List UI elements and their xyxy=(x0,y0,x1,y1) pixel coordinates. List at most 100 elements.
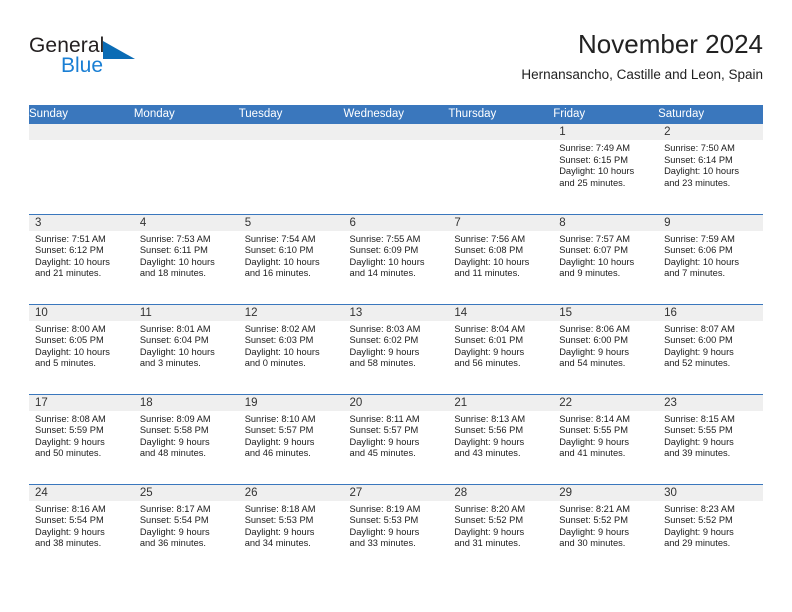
calendar-day-cell[interactable]: 23 Sunrise: 8:15 AM Sunset: 5:55 PM Dayligh… xyxy=(658,393,763,484)
day-cell-content: 5 Sunrise: 7:54 AM Sunset: 6:10 PM Daylight… xyxy=(238,214,344,304)
sunset-time: Sunset: 5:55 PM xyxy=(664,425,733,436)
calendar-day-cell[interactable]: 7 Sunrise: 7:56 AM Sunset: 6:08 PM Daylight… xyxy=(448,213,554,304)
sunset-time: Sunset: 5:56 PM xyxy=(454,425,524,436)
day-details: Sunrise: 8:04 AM Sunset: 6:01 PM Daylight:… xyxy=(448,321,553,370)
calendar-day-cell[interactable]: 29 Sunrise: 8:21 AM Sunset: 5:52 PM Dayligh… xyxy=(553,483,659,574)
calendar-day-cell[interactable]: 11 Sunrise: 8:01 AM Sunset: 6:04 PM Dayligh… xyxy=(133,303,239,394)
daylight-duration-line2: and 38 minutes. xyxy=(35,538,102,549)
day-number: 18 xyxy=(133,394,239,411)
day-cell-content: 14 Sunrise: 8:04 AM Sunset: 6:01 PM Dayligh… xyxy=(448,304,554,394)
calendar-day-cell[interactable]: 5 Sunrise: 7:54 AM Sunset: 6:10 PM Daylight… xyxy=(238,213,344,304)
weekday-header-thursday: Thursday xyxy=(448,105,554,124)
day-number xyxy=(343,124,449,140)
sunset-time: Sunset: 6:07 PM xyxy=(559,245,628,256)
brand-logo[interactable]: General Blue xyxy=(29,34,169,90)
sunrise-time: Sunrise: 8:19 AM xyxy=(349,503,421,514)
calendar-day-cell[interactable]: 25 Sunrise: 8:17 AM Sunset: 5:54 PM Dayligh… xyxy=(133,483,239,574)
calendar-day-cell xyxy=(343,124,449,214)
calendar-day-cell[interactable]: 14 Sunrise: 8:04 AM Sunset: 6:01 PM Dayligh… xyxy=(448,303,554,394)
daylight-duration-line2: and 33 minutes. xyxy=(349,538,416,549)
daylight-duration-line1: Daylight: 9 hours xyxy=(664,436,734,447)
day-details: Sunrise: 8:16 AM Sunset: 5:54 PM Daylight:… xyxy=(29,501,134,550)
calendar-day-cell[interactable]: 19 Sunrise: 8:10 AM Sunset: 5:57 PM Dayligh… xyxy=(238,393,344,484)
sunrise-time: Sunrise: 7:50 AM xyxy=(664,143,735,153)
daylight-duration-line2: and 34 minutes. xyxy=(244,538,311,549)
calendar-day-cell[interactable]: 2 Sunrise: 7:50 AM Sunset: 6:14 PM Daylight… xyxy=(658,124,763,214)
day-cell-content xyxy=(133,124,239,214)
day-details: Sunrise: 8:10 AM Sunset: 5:57 PM Daylight:… xyxy=(239,411,344,460)
calendar-day-cell[interactable]: 26 Sunrise: 8:18 AM Sunset: 5:53 PM Dayligh… xyxy=(238,483,344,574)
calendar-day-cell[interactable]: 4 Sunrise: 7:53 AM Sunset: 6:11 PM Daylight… xyxy=(133,213,239,304)
weekday-header-monday: Monday xyxy=(133,105,239,124)
daylight-duration-line1: Daylight: 9 hours xyxy=(664,346,734,357)
calendar-day-cell[interactable]: 8 Sunrise: 7:57 AM Sunset: 6:07 PM Daylight… xyxy=(553,213,659,304)
daylight-duration-line1: Daylight: 10 hours xyxy=(559,256,635,267)
daylight-duration-line2: and 56 minutes. xyxy=(454,358,521,369)
day-details: Sunrise: 8:06 AM Sunset: 6:00 PM Daylight:… xyxy=(553,321,658,370)
calendar-day-cell[interactable]: 22 Sunrise: 8:14 AM Sunset: 5:55 PM Dayligh… xyxy=(553,393,659,484)
calendar-table: Sunday Monday Tuesday Wednesday Thursday… xyxy=(29,105,763,574)
title-block: November 2024 Hernansancho, Castille and… xyxy=(521,28,763,85)
calendar-day-cell[interactable]: 3 Sunrise: 7:51 AM Sunset: 6:12 PM Daylight… xyxy=(29,213,134,304)
daylight-duration-line2: and 23 minutes. xyxy=(664,177,731,188)
daylight-duration-line1: Daylight: 10 hours xyxy=(244,256,320,267)
daylight-duration-line1: Daylight: 10 hours xyxy=(349,256,425,267)
triangle-icon xyxy=(103,41,135,59)
brand-name-bottom: Blue xyxy=(61,54,104,77)
page-header: General Blue November 2024 Hernansancho,… xyxy=(29,28,763,94)
calendar-day-cell[interactable]: 27 Sunrise: 8:19 AM Sunset: 5:53 PM Dayligh… xyxy=(343,483,449,574)
sunrise-time: Sunrise: 8:09 AM xyxy=(139,413,211,424)
day-cell-content: 15 Sunrise: 8:06 AM Sunset: 6:00 PM Dayligh… xyxy=(553,304,659,394)
day-cell-content: 23 Sunrise: 8:15 AM Sunset: 5:55 PM Dayligh… xyxy=(658,394,763,484)
sunrise-time: Sunrise: 8:06 AM xyxy=(559,323,631,334)
sunset-time: Sunset: 5:52 PM xyxy=(664,515,733,526)
sunrise-time: Sunrise: 7:53 AM xyxy=(139,233,211,244)
sunrise-time: Sunrise: 8:00 AM xyxy=(35,323,106,334)
calendar-day-cell[interactable]: 13 Sunrise: 8:03 AM Sunset: 6:02 PM Dayligh… xyxy=(343,303,449,394)
daylight-duration-line1: Daylight: 9 hours xyxy=(559,346,629,357)
day-number: 20 xyxy=(343,394,449,411)
day-details: Sunrise: 7:51 AM Sunset: 6:12 PM Daylight:… xyxy=(29,231,134,280)
calendar-day-cell[interactable]: 30 Sunrise: 8:23 AM Sunset: 5:52 PM Dayligh… xyxy=(658,483,763,574)
calendar-day-cell[interactable]: 16 Sunrise: 8:07 AM Sunset: 6:00 PM Dayligh… xyxy=(658,303,763,394)
sunset-time: Sunset: 6:08 PM xyxy=(454,245,524,256)
daylight-duration-line1: Daylight: 9 hours xyxy=(454,436,525,447)
calendar-day-cell xyxy=(133,124,239,214)
daylight-duration-line2: and 46 minutes. xyxy=(244,448,311,459)
day-details: Sunrise: 8:18 AM Sunset: 5:53 PM Daylight:… xyxy=(239,501,344,550)
day-number: 15 xyxy=(553,304,659,321)
calendar-day-cell[interactable]: 9 Sunrise: 7:59 AM Sunset: 6:06 PM Daylight… xyxy=(658,213,763,304)
daylight-duration-line2: and 48 minutes. xyxy=(139,448,206,459)
daylight-duration-line2: and 30 minutes. xyxy=(559,538,626,549)
sunrise-time: Sunrise: 8:11 AM xyxy=(349,413,420,424)
calendar-day-cell[interactable]: 10 Sunrise: 8:00 AM Sunset: 6:05 PM Dayligh… xyxy=(29,303,134,394)
daylight-duration-line1: Daylight: 9 hours xyxy=(35,436,105,447)
calendar-day-cell[interactable]: 17 Sunrise: 8:08 AM Sunset: 5:59 PM Dayligh… xyxy=(29,393,134,484)
day-number xyxy=(238,124,344,140)
day-details: Sunrise: 8:02 AM Sunset: 6:03 PM Daylight:… xyxy=(239,321,344,370)
day-cell-content xyxy=(448,124,554,214)
daylight-duration-line2: and 43 minutes. xyxy=(454,448,521,459)
calendar-day-cell[interactable]: 21 Sunrise: 8:13 AM Sunset: 5:56 PM Dayligh… xyxy=(448,393,554,484)
calendar-day-cell[interactable]: 28 Sunrise: 8:20 AM Sunset: 5:52 PM Dayligh… xyxy=(448,483,554,574)
calendar-day-cell[interactable]: 20 Sunrise: 8:11 AM Sunset: 5:57 PM Dayligh… xyxy=(343,393,449,484)
daylight-duration-line1: Daylight: 9 hours xyxy=(244,526,315,537)
daylight-duration-line2: and 39 minutes. xyxy=(664,448,731,459)
daylight-duration-line2: and 21 minutes. xyxy=(35,268,102,279)
day-details: Sunrise: 7:53 AM Sunset: 6:11 PM Daylight:… xyxy=(134,231,239,280)
daylight-duration-line2: and 52 minutes. xyxy=(664,358,731,369)
daylight-duration-line1: Daylight: 9 hours xyxy=(559,436,629,447)
calendar-day-cell[interactable]: 18 Sunrise: 8:09 AM Sunset: 5:58 PM Dayligh… xyxy=(133,393,239,484)
calendar-day-cell[interactable]: 24 Sunrise: 8:16 AM Sunset: 5:54 PM Dayligh… xyxy=(29,483,134,575)
calendar-day-cell[interactable]: 6 Sunrise: 7:55 AM Sunset: 6:09 PM Daylight… xyxy=(343,213,449,304)
daylight-duration-line1: Daylight: 9 hours xyxy=(454,346,525,357)
day-number: 7 xyxy=(448,214,554,231)
day-details: Sunrise: 8:00 AM Sunset: 6:05 PM Daylight:… xyxy=(29,321,134,370)
calendar-day-cell[interactable]: 1 Sunrise: 7:49 AM Sunset: 6:15 PM Daylight… xyxy=(553,124,659,214)
day-details: Sunrise: 8:21 AM Sunset: 5:52 PM Daylight:… xyxy=(553,501,658,550)
calendar-day-cell[interactable]: 15 Sunrise: 8:06 AM Sunset: 6:00 PM Dayligh… xyxy=(553,303,659,394)
daylight-duration-line2: and 36 minutes. xyxy=(139,538,206,549)
day-cell-content: 24 Sunrise: 8:16 AM Sunset: 5:54 PM Dayligh… xyxy=(29,484,134,575)
sunrise-time: Sunrise: 8:02 AM xyxy=(244,323,316,334)
calendar-day-cell[interactable]: 12 Sunrise: 8:02 AM Sunset: 6:03 PM Dayligh… xyxy=(238,303,344,394)
